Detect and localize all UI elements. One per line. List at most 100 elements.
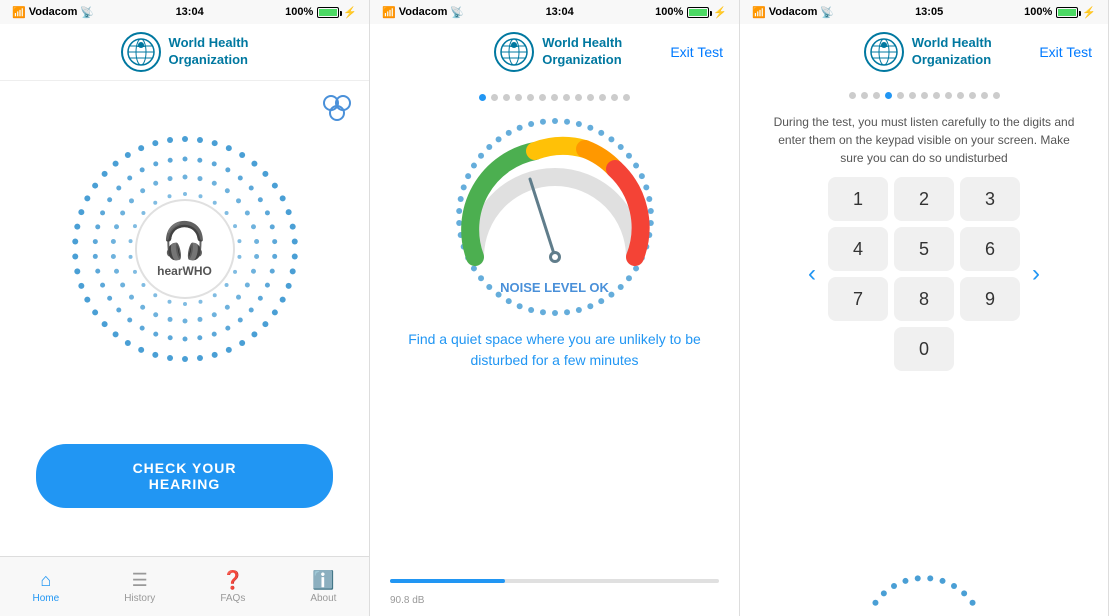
dot-5	[527, 94, 534, 101]
status-bar-2: 📶 Vodacom 📡 13:04 100% ⚡	[370, 0, 739, 24]
exit-header-2: World Health Organization Exit Test	[370, 24, 739, 80]
keypad-9[interactable]: 9	[960, 277, 1020, 321]
s3-dot-10	[957, 92, 964, 99]
s3-dot-8	[933, 92, 940, 99]
keypad-prev-arrow[interactable]: ‹	[804, 256, 820, 292]
battery-area-1: 100% ⚡	[285, 6, 357, 19]
who-emblem	[126, 37, 156, 67]
noise-progress-bar	[390, 579, 719, 583]
dot-11	[599, 94, 606, 101]
dots-graphic: // This will be done via inline SVG circ…	[65, 129, 305, 369]
keypad-2[interactable]: 2	[894, 177, 954, 221]
screen-1: 📶 Vodacom 📡 13:04 100% ⚡	[0, 0, 370, 616]
who-emblem-2	[499, 37, 529, 67]
who-name-3: World Health Organization	[912, 35, 992, 69]
dot-8	[563, 94, 570, 101]
dot-9	[575, 94, 582, 101]
keypad-8[interactable]: 8	[894, 277, 954, 321]
screen-2: 📶 Vodacom 📡 13:04 100% ⚡	[370, 0, 740, 616]
wifi-icon-3: 📡	[820, 6, 834, 19]
signal-icon-2: 📶	[382, 6, 396, 19]
dot-6	[539, 94, 546, 101]
keypad-3[interactable]: 3	[960, 177, 1020, 221]
battery-icon-3	[1056, 7, 1078, 18]
keypad-0[interactable]: 0	[894, 327, 954, 371]
who-logo-3: World Health Organization	[864, 32, 992, 72]
charging-icon-3: ⚡	[1082, 6, 1096, 19]
dot-10	[587, 94, 594, 101]
noise-gauge: NOISE LEVEL OK	[455, 117, 655, 317]
test-instruction: During the test, you must listen careful…	[756, 113, 1092, 167]
screen-3: 📶 Vodacom 📡 13:05 100% ⚡	[740, 0, 1109, 616]
headphone-icon: 🎧	[162, 220, 207, 262]
s3-dot-9	[945, 92, 952, 99]
history-icon: ☰	[132, 570, 148, 591]
s3-dot-4	[885, 92, 892, 99]
dot-13	[623, 94, 630, 101]
who-name: World Health Organization	[169, 35, 249, 69]
keypad-zero-row: 0	[828, 327, 1020, 371]
keypad-area: ‹ 1 2 3 4 5 6 7 8 9 0 ›	[756, 177, 1092, 371]
bell-icon	[321, 91, 353, 123]
dot-1	[479, 94, 486, 101]
nav-history[interactable]: ☰ History	[124, 570, 155, 604]
app-header-1: World Health Organization	[0, 24, 369, 81]
keypad-next-arrow[interactable]: ›	[1028, 256, 1044, 292]
nav-about[interactable]: ℹ️ About	[310, 570, 336, 604]
s3-dot-1	[849, 92, 856, 99]
keypad-4[interactable]: 4	[828, 227, 888, 271]
bottom-nav: ⌂ Home ☰ History ❓ FAQs ℹ️ About	[0, 556, 369, 616]
s3-dot-3	[873, 92, 880, 99]
hearwho-logo: 🎧 hearWHO	[135, 199, 235, 299]
exit-test-btn-2[interactable]: Exit Test	[670, 40, 723, 64]
check-hearing-button[interactable]: CHECK YOUR HEARING	[36, 444, 332, 508]
keypad-6[interactable]: 6	[960, 227, 1020, 271]
s3-dot-13	[993, 92, 1000, 99]
exit-test-btn-3[interactable]: Exit Test	[1039, 40, 1092, 64]
find-quiet-message: Find a quiet space where you are unlikel…	[390, 329, 719, 371]
faq-icon: ❓	[222, 570, 244, 591]
dot-12	[611, 94, 618, 101]
nav-home[interactable]: ⌂ Home	[33, 570, 60, 604]
noise-progress-fill	[390, 579, 505, 583]
who-emblem-3	[869, 37, 899, 67]
exit-header-3: World Health Organization Exit Test	[740, 24, 1108, 80]
status-bar-3: 📶 Vodacom 📡 13:05 100% ⚡	[740, 0, 1108, 24]
wifi-icon: 📡	[80, 6, 94, 19]
db-value: 90.8 dB	[390, 595, 424, 606]
bottom-dots-decoration	[774, 568, 1074, 608]
screen2-main: NOISE LEVEL OK Find a quiet space where …	[370, 80, 739, 616]
about-icon: ℹ️	[312, 570, 334, 591]
s3-dot-12	[981, 92, 988, 99]
carrier-1: 📶 Vodacom 📡	[12, 6, 94, 19]
progress-dots-2	[479, 90, 630, 105]
screen1-main: // This will be done via inline SVG circ…	[0, 81, 369, 556]
signal-icon: 📶	[12, 6, 26, 19]
status-bar-1: 📶 Vodacom 📡 13:04 100% ⚡	[0, 0, 369, 24]
dot-2	[491, 94, 498, 101]
who-logo-1: World Health Organization	[121, 32, 249, 72]
notification-icon	[321, 91, 353, 130]
who-circle-icon	[121, 32, 161, 72]
who-logo-2: World Health Organization	[494, 32, 622, 72]
hearwho-label: hearWHO	[157, 264, 212, 278]
who-circle-icon-2	[494, 32, 534, 72]
nav-faqs[interactable]: ❓ FAQs	[220, 570, 245, 604]
keypad-5[interactable]: 5	[894, 227, 954, 271]
s3-dot-2	[861, 92, 868, 99]
carrier-2: 📶 Vodacom 📡	[382, 6, 464, 19]
dot-7	[551, 94, 558, 101]
bottom-decoration	[756, 568, 1092, 608]
signal-icon-3: 📶	[752, 6, 766, 19]
home-icon: ⌂	[40, 570, 51, 591]
noise-label: NOISE LEVEL OK	[455, 279, 655, 297]
progress-dots-3	[849, 88, 1000, 103]
keypad-1[interactable]: 1	[828, 177, 888, 221]
carrier-3: 📶 Vodacom 📡	[752, 6, 834, 19]
keypad-7[interactable]: 7	[828, 277, 888, 321]
who-circle-icon-3	[864, 32, 904, 72]
wifi-icon-2: 📡	[450, 6, 464, 19]
s3-dot-6	[909, 92, 916, 99]
charging-icon-2: ⚡	[713, 6, 727, 19]
keypad-grid-wrapper: 1 2 3 4 5 6 7 8 9 0	[828, 177, 1020, 371]
